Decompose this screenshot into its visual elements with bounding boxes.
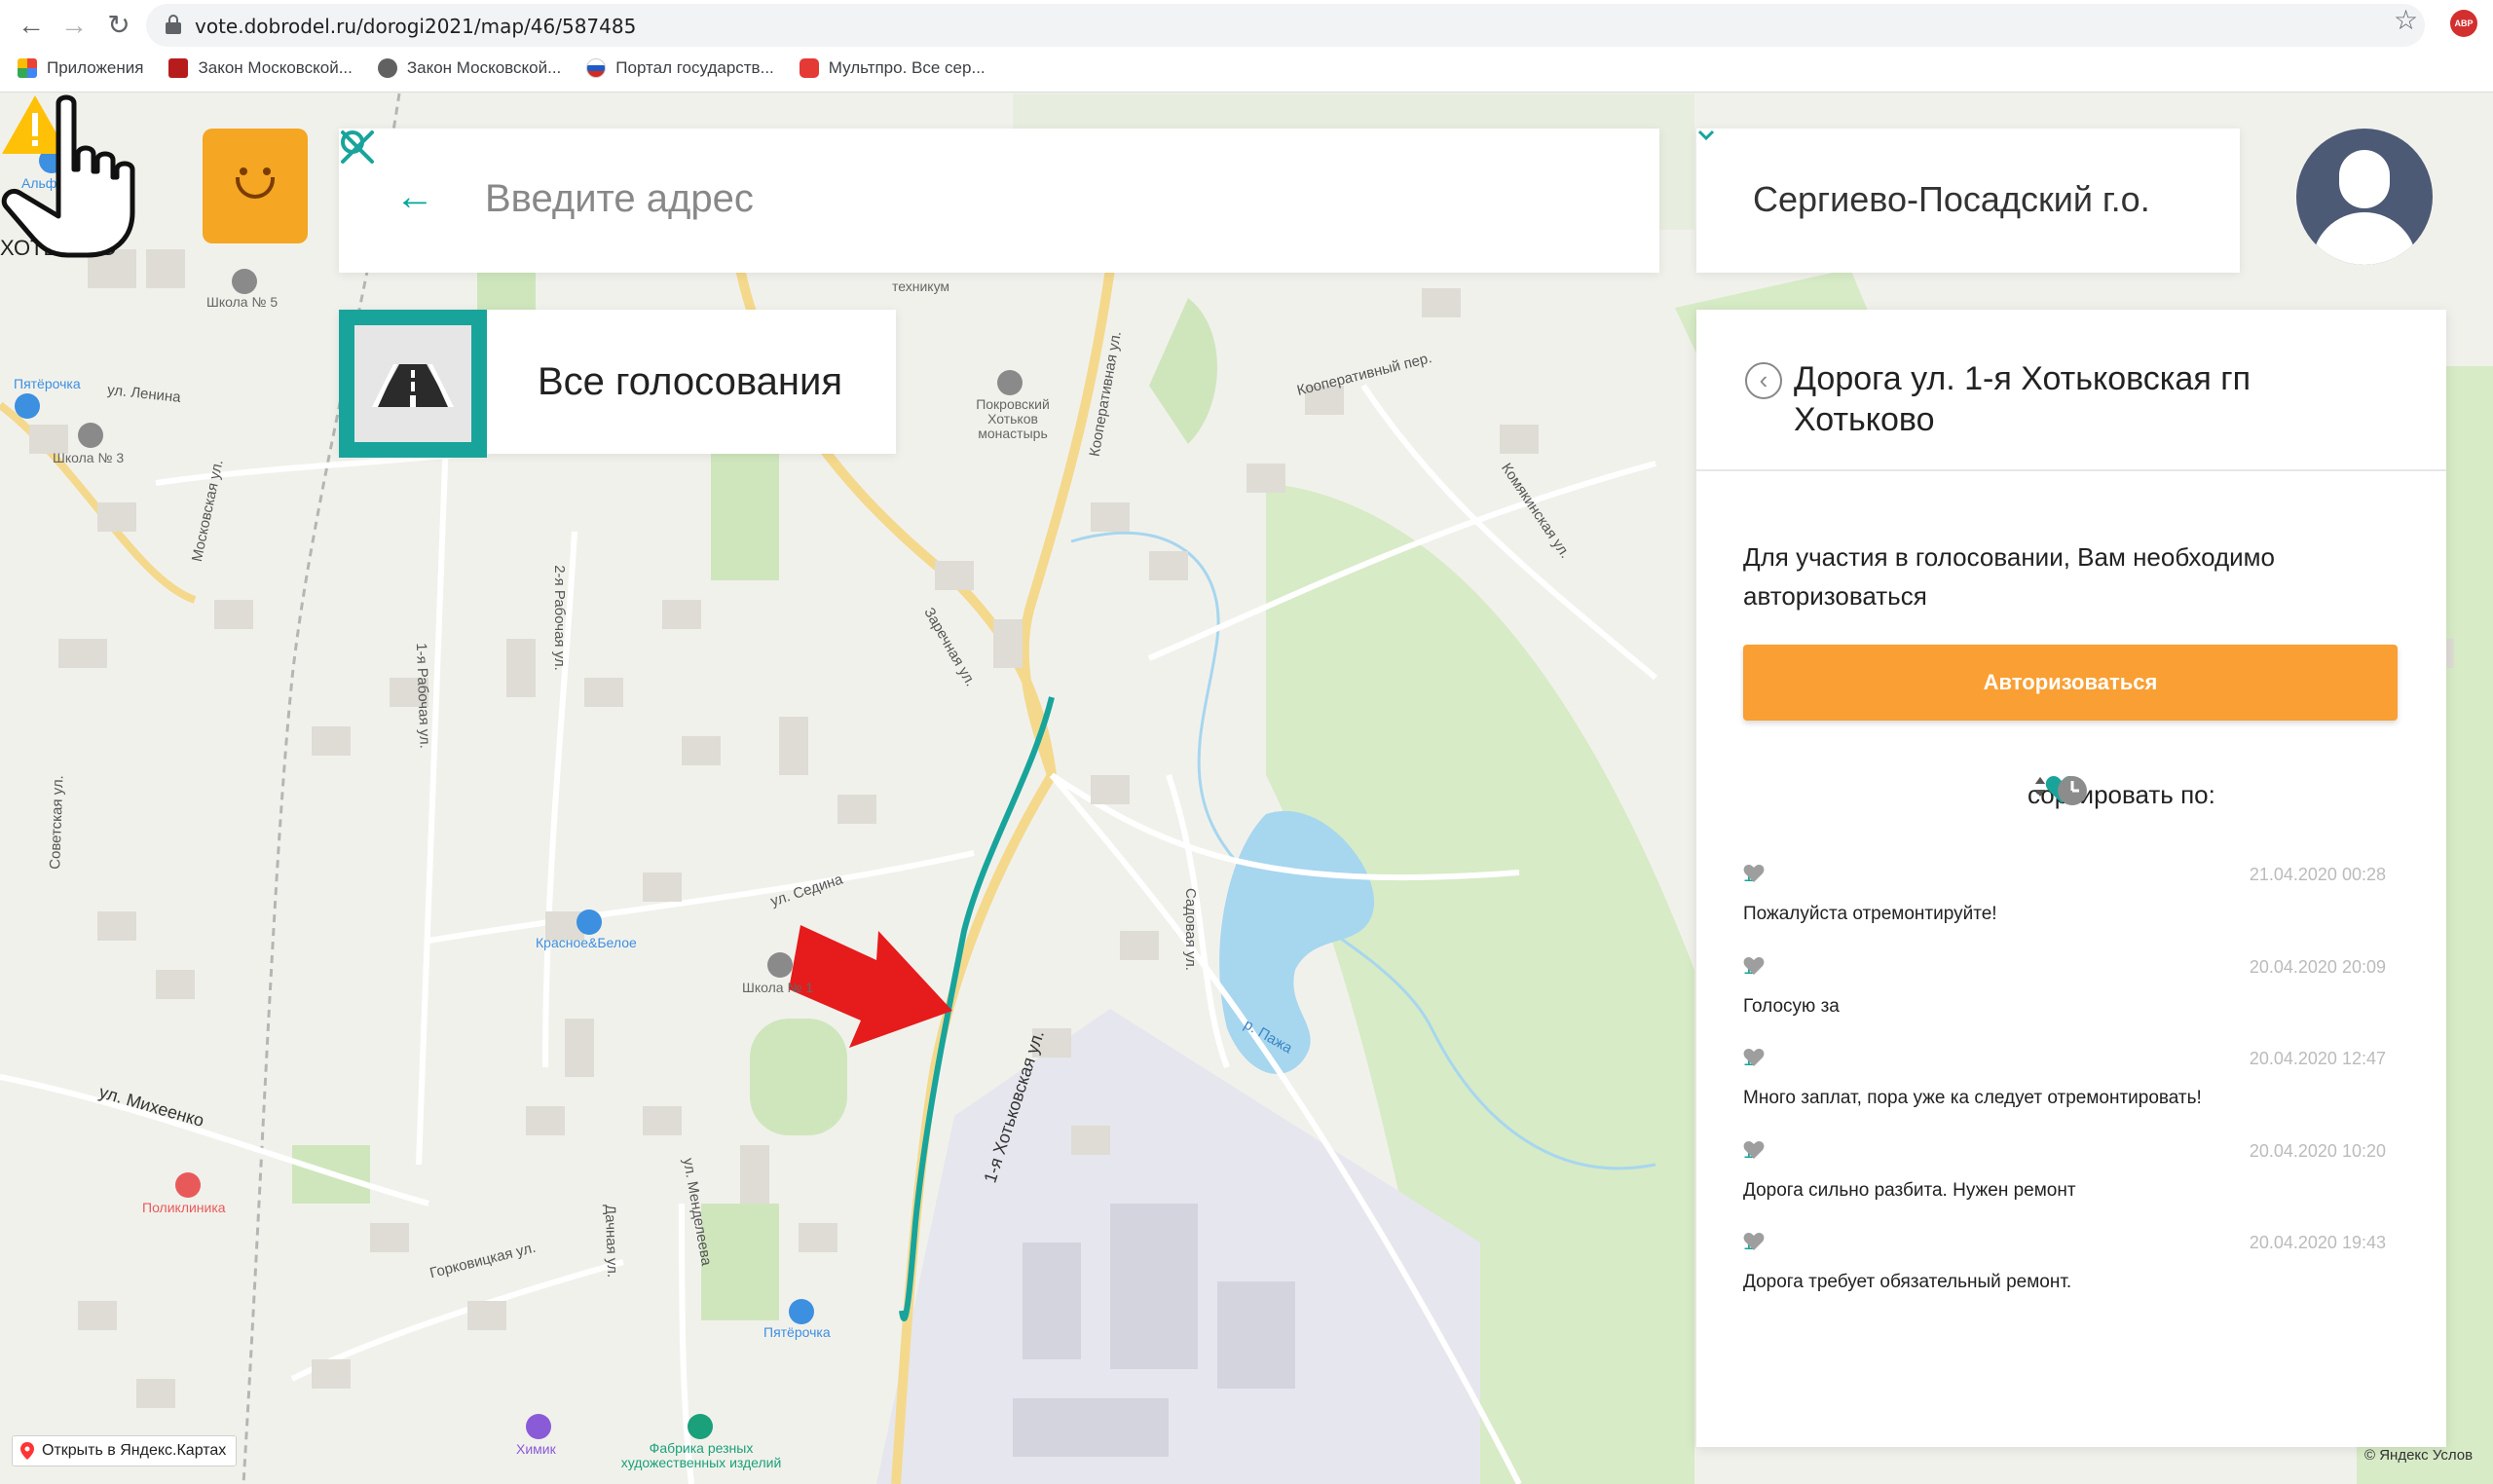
- bookmark-item[interactable]: Закон Московской...: [168, 58, 353, 78]
- road-detail-panel: ‹ Дорога ул. 1-я Хотьковская гп Хотьково…: [1696, 310, 2446, 1447]
- url-text[interactable]: vote.dobrodel.ru/dorogi2021/map/46/58748…: [195, 15, 636, 38]
- globe-icon: [377, 58, 397, 78]
- poi-label: Пятёрочка: [14, 376, 81, 391]
- school-icon[interactable]: [232, 269, 257, 294]
- comment-item: 1 20.04.2020 19:43 Дорога требует обязат…: [1743, 1233, 2386, 1325]
- all-votes-button[interactable]: Все голосования: [339, 310, 896, 458]
- map-copyright[interactable]: © Яндекс Услов: [2364, 1447, 2473, 1464]
- auth-required-text: Для участия в голосовании, Вам необходим…: [1743, 542, 2275, 611]
- bookmark-label: Закон Московской...: [406, 58, 562, 77]
- back-arrow-icon[interactable]: ←: [395, 167, 434, 226]
- comment-text: Пожалуйста отремонтируйте!: [1743, 904, 1997, 924]
- close-icon[interactable]: [339, 129, 376, 166]
- road-tile: [339, 310, 487, 458]
- poi-label: Химик: [516, 1441, 556, 1457]
- comment-date: 20.04.2020 12:47: [2249, 1049, 2386, 1068]
- shop-icon[interactable]: [15, 393, 40, 419]
- street-label: Садовая ул.: [1181, 888, 1199, 971]
- coat-of-arms-icon: [168, 58, 189, 78]
- map-canvas[interactable]: 1-я Хотьковская ул. ул. Седина ул. Михее…: [0, 93, 2493, 1484]
- adblock-icon[interactable]: ABP: [2450, 10, 2477, 37]
- heart-icon[interactable]: [1743, 1233, 1765, 1251]
- poi-label: Покровский Хотьков монастырь: [976, 396, 1050, 441]
- back-icon[interactable]: ←: [14, 8, 49, 43]
- hospital-icon[interactable]: [175, 1172, 201, 1198]
- comment-date: 20.04.2020 20:09: [2249, 956, 2386, 977]
- bookmark-item[interactable]: Приложения: [18, 58, 143, 78]
- poi-label: Красное&Белое: [536, 935, 637, 950]
- comment-item: 1 20.04.2020 10:20 Дорога сильно разбита…: [1743, 1140, 2386, 1234]
- bookmark-item[interactable]: Закон Московской...: [377, 58, 562, 78]
- map-pin-icon: [20, 1442, 34, 1460]
- comment-text: Голосую за: [1743, 995, 1840, 1017]
- road-title: Дорога ул. 1-я Хотьковская гп Хотьково: [1794, 360, 2251, 438]
- all-votes-label: Все голосования: [538, 360, 842, 403]
- bookmark-star-icon[interactable]: ☆: [2394, 4, 2418, 36]
- poi-label: Школа № 5: [206, 294, 279, 310]
- bookmark-item[interactable]: Портал государств...: [586, 58, 774, 78]
- open-yandex-maps-button[interactable]: Открыть в Яндекс.Картах: [12, 1435, 238, 1466]
- sort-direction-icon[interactable]: [2033, 775, 2047, 798]
- comment-date: 20.04.2020 19:43: [2249, 1233, 2386, 1252]
- bookmark-label: Мультпро. Все сер...: [828, 58, 986, 77]
- comment-text: Дорога требует обязательный ремонт.: [1743, 1272, 2072, 1292]
- district-label: Сергиево-Посадский г.о.: [1753, 179, 2150, 219]
- youtube-icon: [799, 58, 819, 78]
- back-circle-icon[interactable]: ‹: [1745, 362, 1782, 399]
- comment-text: Много заплат, пора уже ка следует отремо…: [1743, 1088, 2202, 1108]
- street-label: Советская ул.: [47, 774, 67, 871]
- address-search-input[interactable]: [485, 167, 1478, 230]
- comment-date: 20.04.2020 10:20: [2249, 1140, 2386, 1161]
- poi-label: Поликлиника: [142, 1200, 226, 1215]
- school-icon[interactable]: [767, 952, 793, 978]
- comment-date: 21.04.2020 00:28: [2249, 865, 2386, 884]
- bookmark-item[interactable]: Мультпро. Все сер...: [799, 58, 986, 78]
- road-icon: [372, 364, 454, 407]
- factory-icon[interactable]: [688, 1414, 713, 1439]
- flag-icon: [586, 58, 607, 78]
- poi-label: Пятёрочка: [763, 1324, 831, 1340]
- forward-icon[interactable]: →: [56, 8, 92, 43]
- street-label: 2-я Рабочая ул.: [550, 565, 568, 671]
- comment-item: 1 20.04.2020 20:09 Голосую за: [1743, 956, 2386, 1050]
- shop-icon[interactable]: [789, 1299, 814, 1324]
- street-label: Дачная ул.: [601, 1204, 621, 1279]
- bookmarks-bar: Приложения Закон Московской... Закон Мос…: [18, 55, 986, 82]
- poi-label: Фабрика резных художественных изделий: [620, 1440, 782, 1470]
- sort-by-date-icon[interactable]: [2057, 775, 2088, 806]
- open-yandex-label: Открыть в Яндекс.Картах: [42, 1442, 227, 1459]
- shop-icon[interactable]: [526, 1414, 551, 1439]
- bookmark-label: Портал государств...: [615, 58, 774, 77]
- comment-text: Дорога сильно разбита. Нужен ремонт: [1743, 1179, 2076, 1201]
- school-icon[interactable]: [78, 423, 103, 448]
- search-panel: ←: [339, 129, 1659, 273]
- church-icon[interactable]: [997, 370, 1023, 395]
- bookmark-label: Закон Московской...: [198, 58, 353, 77]
- poi-label: Школа № 1: [742, 980, 814, 995]
- heart-icon[interactable]: [1743, 1049, 1765, 1067]
- authorize-button[interactable]: Авторизоваться: [1743, 645, 2398, 721]
- shop-icon[interactable]: [577, 909, 602, 935]
- sort-controls: сортировать по:: [2028, 775, 2215, 814]
- comments-list: 1 21.04.2020 00:28 Пожалуйста отремонтир…: [1743, 865, 2386, 1325]
- heart-icon[interactable]: [1743, 1140, 1765, 1160]
- dobrodel-logo[interactable]: [203, 129, 308, 243]
- address-bar[interactable]: vote.dobrodel.ru/dorogi2021/map/46/58748…: [146, 4, 2425, 47]
- district-select[interactable]: Сергиево-Посадский г.о.: [1696, 129, 2240, 273]
- heart-icon[interactable]: [1743, 865, 1765, 883]
- apps-grid-icon: [18, 58, 37, 78]
- poi-label: техникум: [892, 278, 950, 294]
- reload-icon[interactable]: ↻: [101, 8, 136, 43]
- bookmark-label: Приложения: [47, 58, 144, 77]
- hand-pointer-icon: [1, 94, 135, 258]
- comment-item: 1 21.04.2020 00:28 Пожалуйста отремонтир…: [1743, 865, 2386, 957]
- lock-icon: [166, 15, 181, 34]
- avatar[interactable]: [2296, 129, 2433, 265]
- chevron-down-icon: [1697, 130, 1715, 141]
- heart-icon[interactable]: [1743, 956, 1765, 976]
- poi-label: Школа № 3: [53, 450, 125, 465]
- comment-item: 1 20.04.2020 12:47 Много заплат, пора уж…: [1743, 1049, 2386, 1141]
- browser-chrome: ← → ↻ vote.dobrodel.ru/dorogi2021/map/46…: [0, 0, 2493, 93]
- divider: [1696, 469, 2446, 471]
